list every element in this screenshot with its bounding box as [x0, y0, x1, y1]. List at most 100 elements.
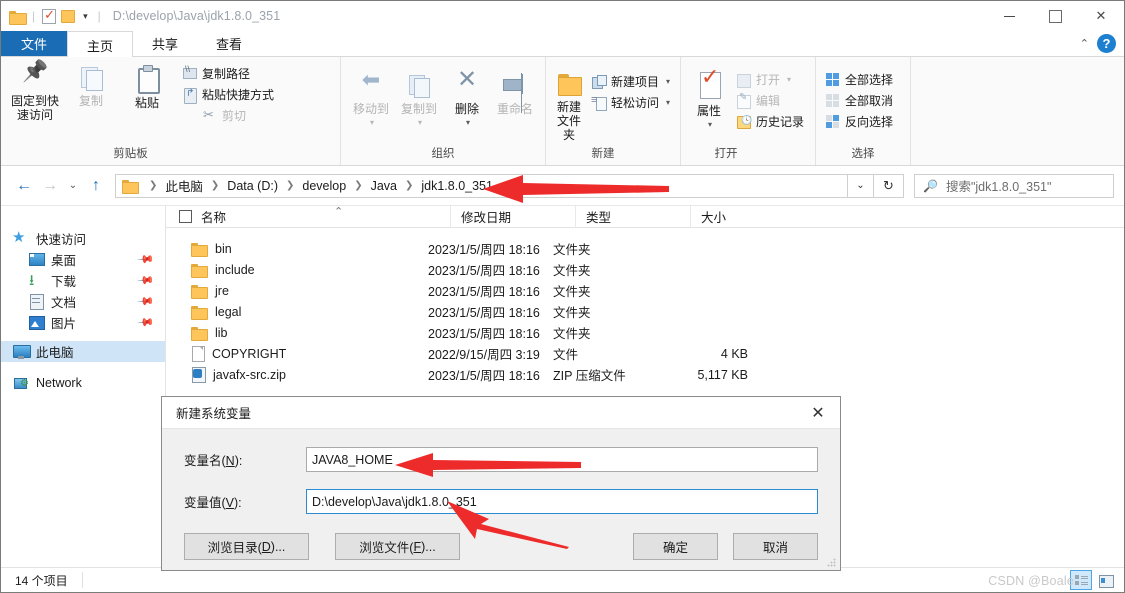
- collapse-ribbon-icon[interactable]: ⌃: [1076, 37, 1093, 50]
- column-header-size[interactable]: 大小: [690, 205, 780, 228]
- help-button[interactable]: ?: [1097, 34, 1116, 53]
- breadcrumb-java[interactable]: Java: [370, 179, 398, 193]
- breadcrumb-bar[interactable]: ❯ 此电脑 ❯ Data (D:) ❯ develop ❯ Java ❯ jdk…: [115, 173, 848, 198]
- move-to-button[interactable]: 移动到 ▾: [347, 69, 395, 130]
- column-header-name[interactable]: 名称 ⌃: [201, 206, 450, 228]
- pin-to-quick-access-label: 固定到快 速访问: [10, 94, 59, 122]
- column-header-type[interactable]: 类型: [575, 205, 690, 228]
- copy-to-button[interactable]: 复制到 ▾: [395, 69, 443, 130]
- invert-selection-button[interactable]: 反向选择: [822, 111, 897, 132]
- delete-caret-icon[interactable]: ▾: [466, 116, 470, 130]
- breadcrumb-data-d[interactable]: Data (D:): [226, 179, 279, 193]
- refresh-button[interactable]: ↻: [874, 173, 904, 198]
- file-name-cell[interactable]: include: [166, 263, 428, 278]
- select-all-button[interactable]: 全部选择: [822, 69, 897, 90]
- tab-share[interactable]: 共享: [133, 31, 197, 56]
- recent-locations-button[interactable]: ⌄: [63, 171, 83, 201]
- cancel-button[interactable]: 取消: [733, 533, 818, 560]
- file-name-cell[interactable]: lib: [166, 326, 428, 341]
- back-button[interactable]: ←: [11, 171, 37, 201]
- group-label-select: 选择: [851, 148, 875, 160]
- sidebar-item-documents[interactable]: 文档 📌: [1, 291, 165, 312]
- table-row[interactable]: jre 2023/1/5/周四 18:16 文件夹: [166, 280, 1124, 301]
- ok-button[interactable]: 确定: [633, 533, 718, 560]
- delete-button[interactable]: 删除 ▾: [443, 69, 491, 130]
- select-all-checkbox[interactable]: [179, 210, 192, 223]
- history-label: 历史记录: [756, 115, 805, 129]
- tab-home[interactable]: 主页: [67, 31, 134, 58]
- file-name-cell[interactable]: javafx-src.zip: [166, 367, 428, 383]
- browse-file-button[interactable]: 浏览文件(F)...: [335, 533, 460, 560]
- breadcrumb-dropdown-button[interactable]: ⌄: [848, 173, 874, 198]
- ribbon-tabstrip: 文件 主页 共享 查看 ⌃ ?: [1, 31, 1124, 58]
- table-row[interactable]: bin 2023/1/5/周四 18:16 文件夹: [166, 238, 1124, 259]
- new-item-caret-icon[interactable]: ▾: [666, 77, 670, 86]
- sidebar-item-this-pc[interactable]: 此电脑: [1, 341, 165, 362]
- maximize-button[interactable]: [1032, 1, 1078, 31]
- new-folder-button[interactable]: 新建 文件夹: [552, 69, 586, 142]
- dialog-buttons: 浏览目录(D)... 浏览文件(F)... 确定 取消: [162, 531, 840, 560]
- browse-directory-button[interactable]: 浏览目录(D)...: [184, 533, 309, 560]
- variable-name-input[interactable]: JAVA8_HOME: [306, 447, 818, 472]
- copy-button[interactable]: 复制: [63, 61, 119, 108]
- pin-to-quick-access-button[interactable]: 固定到快 速访问: [7, 61, 63, 122]
- open-button[interactable]: 打开 ▾: [733, 69, 808, 90]
- tab-view[interactable]: 查看: [197, 31, 261, 56]
- properties-button[interactable]: 属性 ▾: [687, 67, 731, 132]
- pin-icon[interactable]: 📌: [137, 250, 156, 269]
- table-row[interactable]: javafx-src.zip 2023/1/5/周四 18:16 ZIP 压缩文…: [166, 364, 1124, 385]
- sidebar-item-network[interactable]: Network: [1, 372, 165, 393]
- address-bar: ← → ⌄ ↑ ❯ 此电脑 ❯ Data (D:) ❯ develop ❯ Ja…: [1, 166, 1124, 206]
- paste-shortcut-button[interactable]: 粘贴快捷方式: [179, 84, 278, 105]
- copy-label: 复制: [78, 94, 103, 108]
- move-to-caret-icon[interactable]: ▾: [370, 116, 374, 130]
- file-name-cell[interactable]: COPYRIGHT: [166, 346, 428, 362]
- file-name-cell[interactable]: bin: [166, 242, 428, 257]
- file-name-cell[interactable]: jre: [166, 284, 428, 299]
- pin-icon[interactable]: 📌: [137, 313, 156, 332]
- new-item-button[interactable]: 新建项目 ▾: [588, 71, 674, 92]
- cut-button[interactable]: 剪切: [179, 105, 278, 126]
- pin-icon[interactable]: 📌: [137, 292, 156, 311]
- history-button[interactable]: 历史记录: [733, 111, 808, 132]
- sidebar-item-quick-access[interactable]: 快速访问: [1, 228, 165, 249]
- table-row[interactable]: include 2023/1/5/周四 18:16 文件夹: [166, 259, 1124, 280]
- table-row[interactable]: COPYRIGHT 2022/9/15/周四 3:19 文件 4 KB: [166, 343, 1124, 364]
- copy-to-caret-icon[interactable]: ▾: [418, 116, 422, 130]
- properties-quick-icon[interactable]: [42, 7, 57, 24]
- easy-access-button[interactable]: 轻松访问 ▾: [588, 92, 674, 113]
- new-folder-quick-icon[interactable]: [61, 9, 76, 23]
- properties-caret-icon[interactable]: ▾: [708, 118, 712, 132]
- column-header-date[interactable]: 修改日期: [450, 205, 575, 228]
- table-row[interactable]: lib 2023/1/5/周四 18:16 文件夹: [166, 322, 1124, 343]
- breadcrumb-jdk[interactable]: jdk1.8.0_351: [420, 179, 494, 193]
- tab-file[interactable]: 文件: [1, 31, 68, 56]
- sidebar-item-pictures[interactable]: 图片 📌: [1, 312, 165, 333]
- up-button[interactable]: ↑: [83, 171, 109, 201]
- sidebar-item-desktop[interactable]: 桌面 📌: [1, 249, 165, 270]
- rename-button[interactable]: 重命名: [491, 69, 539, 116]
- forward-button[interactable]: →: [37, 171, 63, 201]
- breadcrumb-develop[interactable]: develop: [301, 179, 347, 193]
- sidebar-item-downloads[interactable]: 下载 📌: [1, 270, 165, 295]
- move-to-label: 移动到: [352, 102, 389, 116]
- open-caret-icon[interactable]: ▾: [787, 75, 791, 84]
- variable-value-input[interactable]: D:\develop\Java\jdk1.8.0_351: [306, 489, 818, 514]
- minimize-button[interactable]: [986, 1, 1032, 31]
- select-none-button[interactable]: 全部取消: [822, 90, 897, 111]
- chevron-down-icon[interactable]: ▾: [80, 11, 91, 22]
- paste-button[interactable]: 粘贴: [119, 61, 175, 110]
- copy-path-button[interactable]: 复制路径: [179, 63, 278, 84]
- resize-grip[interactable]: [827, 558, 837, 568]
- search-box[interactable]: 🔍 搜索"jdk1.8.0_351": [914, 173, 1114, 198]
- easy-access-caret-icon[interactable]: ▾: [666, 98, 670, 107]
- file-name-cell[interactable]: legal: [166, 305, 428, 320]
- pin-icon[interactable]: 📌: [137, 271, 156, 290]
- edit-button[interactable]: 编辑: [733, 90, 808, 111]
- dialog-close-button[interactable]: ✕: [796, 397, 840, 429]
- close-button[interactable]: ✕: [1078, 1, 1124, 31]
- large-icons-view-button[interactable]: [1094, 570, 1116, 590]
- breadcrumb-separator: ❯: [354, 180, 363, 191]
- table-row[interactable]: legal 2023/1/5/周四 18:16 文件夹: [166, 301, 1124, 322]
- breadcrumb-this-pc[interactable]: 此电脑: [164, 176, 204, 195]
